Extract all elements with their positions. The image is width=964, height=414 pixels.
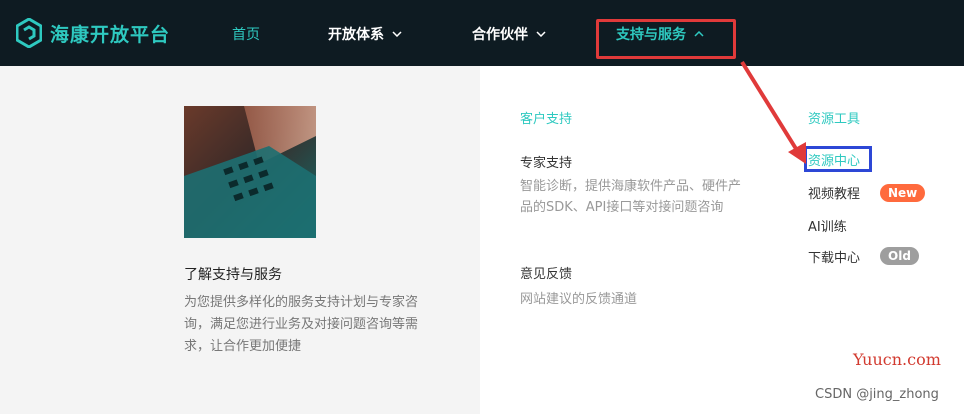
ai-training-label: AI训练 bbox=[808, 220, 847, 235]
intro-title: 了解支持与服务 bbox=[184, 267, 282, 283]
expert-support-description: 智能诊断，提供海康软件产品、硬件产品的SDK、API接口等对接问题咨询 bbox=[520, 179, 742, 215]
brand-mark-icon bbox=[16, 18, 42, 48]
laptop-keyboard-image bbox=[184, 106, 316, 238]
brand-logo[interactable]: 海康开放平台 bbox=[16, 18, 170, 48]
red-highlight-box bbox=[596, 19, 736, 59]
customer-support-heading: 客户支持 bbox=[520, 112, 573, 127]
nav-open-system-label: 开放体系 bbox=[328, 27, 384, 43]
site-watermark: Yuucn.com bbox=[853, 350, 941, 369]
download-center-label: 下载中心 bbox=[808, 251, 861, 266]
new-badge: New bbox=[880, 184, 926, 202]
intro-description: 为您提供多样化的服务支持计划与专家咨询，满足您进行业务及对接问题咨询等需求，让合… bbox=[184, 295, 419, 354]
top-navbar: 海康开放平台 首页 开放体系 合作伙伴 支持与服务 bbox=[0, 0, 964, 66]
resource-tools-heading: 资源工具 bbox=[808, 112, 861, 127]
nav-open-system[interactable]: 开放体系 bbox=[328, 24, 402, 44]
blue-highlight-box bbox=[804, 146, 872, 172]
ai-training-link[interactable]: AI训练 bbox=[808, 216, 847, 235]
old-badge: Old bbox=[880, 247, 919, 265]
nav-home-label: 首页 bbox=[232, 27, 260, 43]
video-tutorials-link[interactable]: 视频教程 bbox=[808, 183, 860, 202]
brand-name: 海康开放平台 bbox=[50, 23, 171, 46]
expert-support-link[interactable]: 专家支持 bbox=[520, 152, 572, 171]
nav-partners-label: 合作伙伴 bbox=[472, 27, 528, 43]
nav-home[interactable]: 首页 bbox=[232, 24, 260, 44]
nav-partners[interactable]: 合作伙伴 bbox=[472, 24, 546, 44]
author-watermark: CSDN @jing_zhong bbox=[815, 387, 939, 402]
feedback-link[interactable]: 意见反馈 bbox=[520, 263, 572, 282]
chevron-down-icon bbox=[536, 31, 546, 37]
dropdown-intro-panel: 了解支持与服务 为您提供多样化的服务支持计划与专家咨询，满足您进行业务及对接问题… bbox=[0, 66, 480, 414]
feedback-description: 网站建议的反馈通道 bbox=[520, 292, 638, 307]
download-center-link[interactable]: 下载中心 bbox=[808, 247, 860, 266]
chevron-down-icon bbox=[392, 31, 402, 37]
video-tutorials-label: 视频教程 bbox=[808, 187, 861, 202]
